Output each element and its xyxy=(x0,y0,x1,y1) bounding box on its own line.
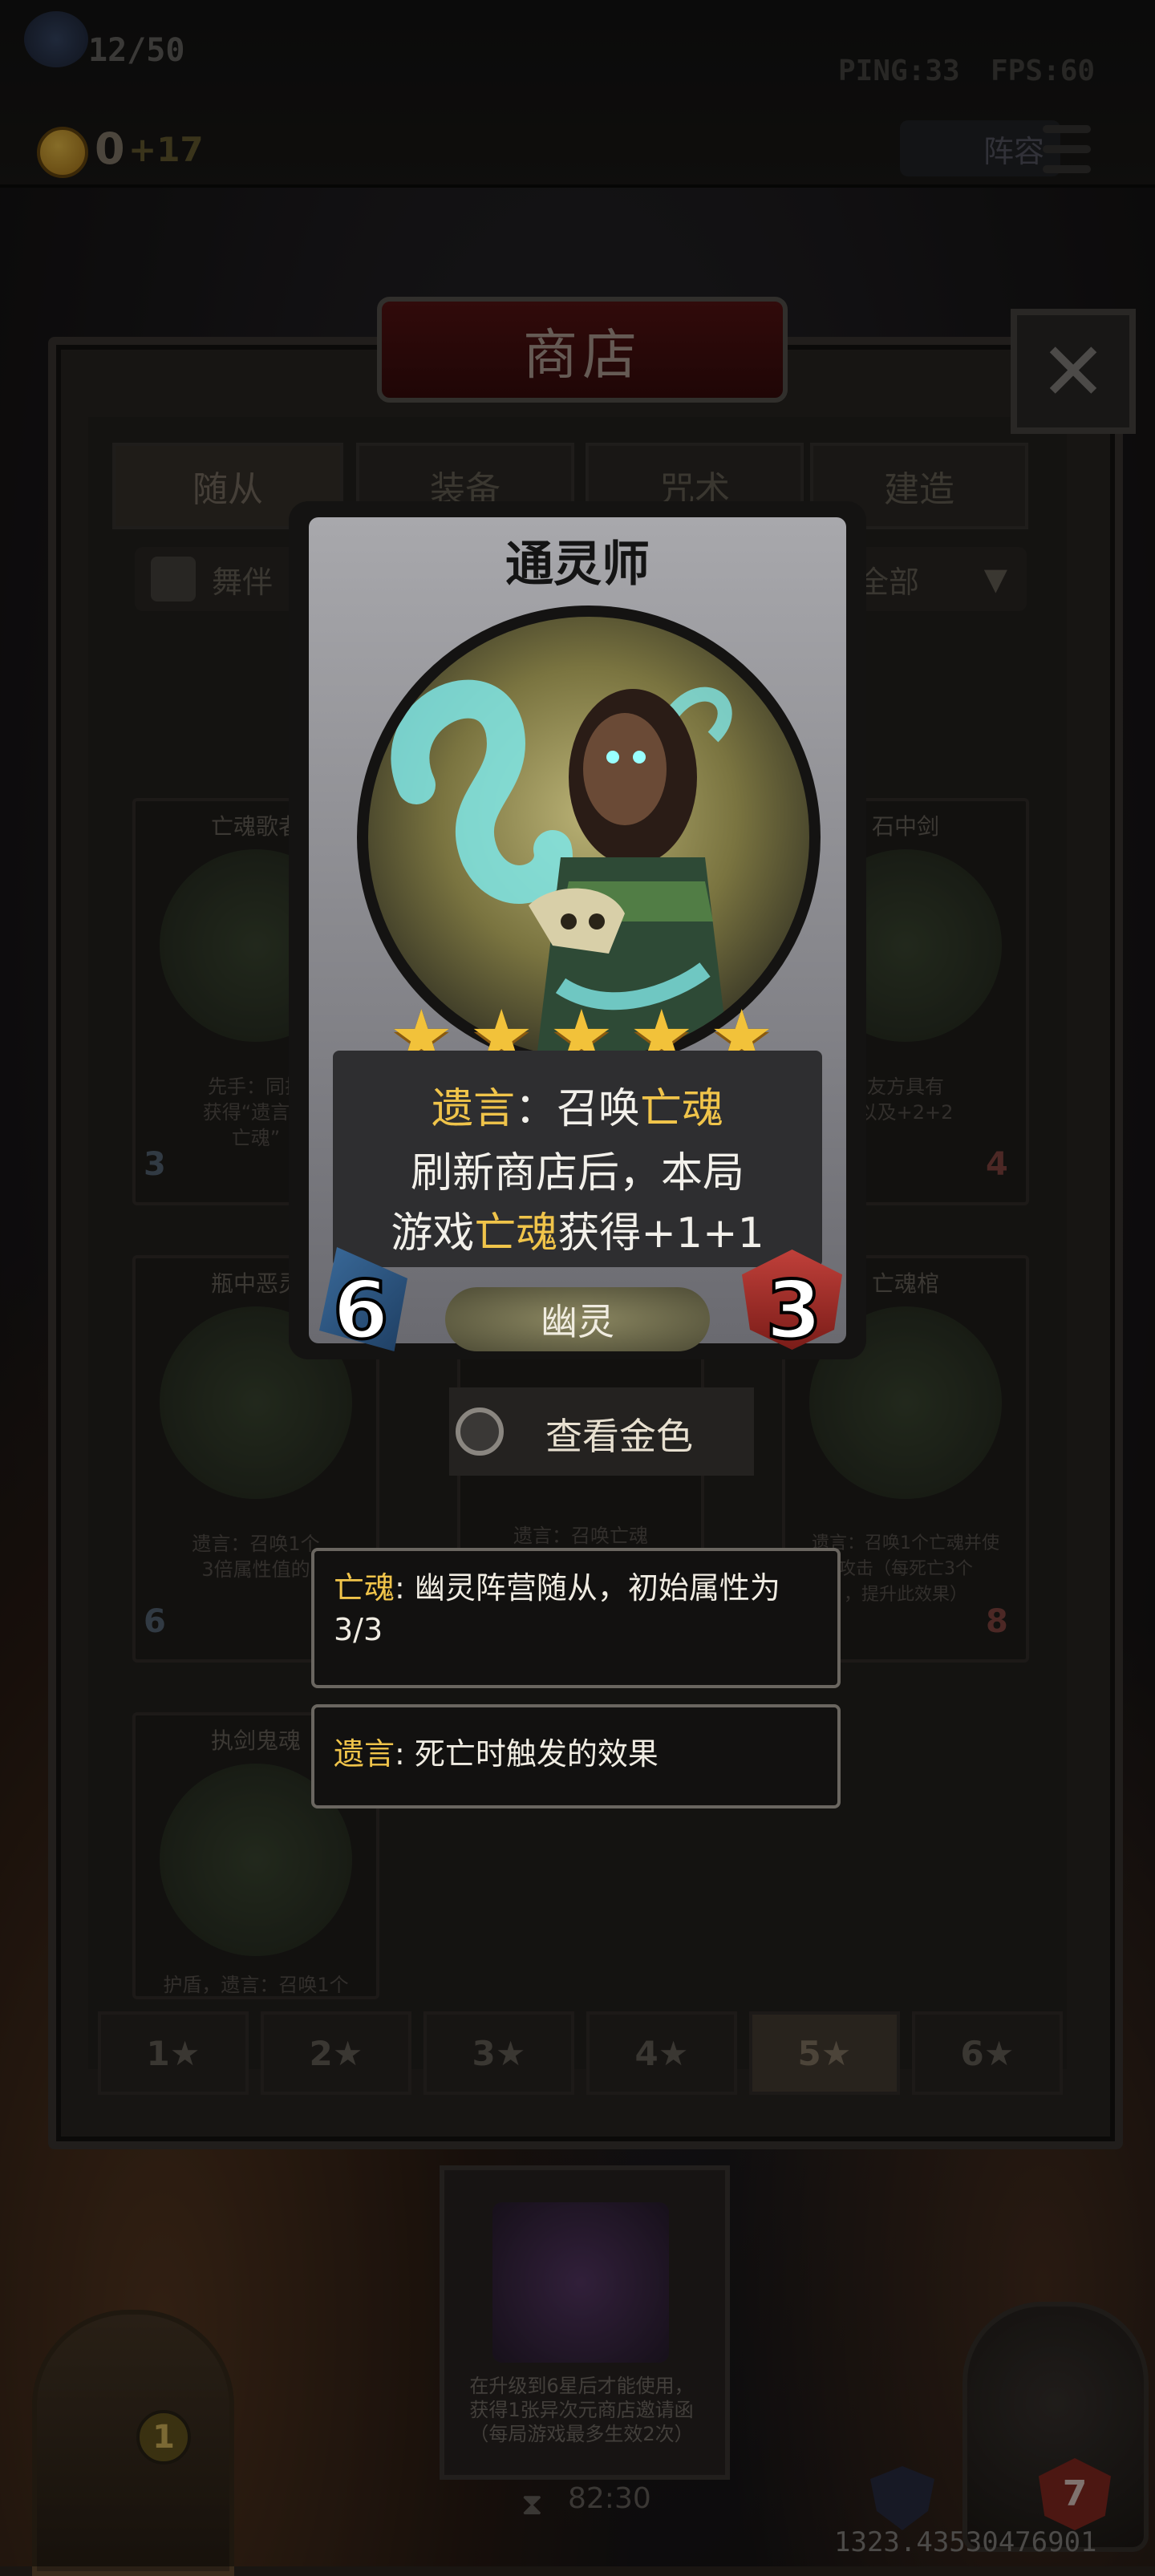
card-name: 通灵师 xyxy=(505,537,650,593)
tooltip-text: : 幽灵阵营随从，初始属性为 3/3 xyxy=(334,1570,780,1647)
tooltip-text: : 死亡时触发的效果 xyxy=(395,1736,659,1772)
view-gold-label: 查看金色 xyxy=(545,1415,693,1458)
card-desc-line-3: 游戏亡魂获得+1+1 xyxy=(391,1209,764,1258)
card-attack: 6 xyxy=(331,1262,391,1359)
card-tribe: 幽灵 xyxy=(445,1287,710,1351)
tooltip-keyword: 亡魂 xyxy=(334,1570,395,1606)
tooltip-keyword: 遗言 xyxy=(334,1736,395,1772)
keyword-tooltip-ghost: 亡魂: 幽灵阵营随从，初始属性为 3/3 xyxy=(311,1548,841,1688)
card-health: 3 xyxy=(764,1262,824,1359)
view-gold-radio[interactable] xyxy=(456,1407,504,1456)
card-desc-line-1: 遗言：召唤亡魂 xyxy=(431,1085,724,1133)
card-desc-line-2: 刷新商店后，本局 xyxy=(410,1149,744,1197)
keyword-tooltip-deathrattle: 遗言: 死亡时触发的效果 xyxy=(311,1704,841,1808)
necromancer-illustration xyxy=(391,679,732,1058)
